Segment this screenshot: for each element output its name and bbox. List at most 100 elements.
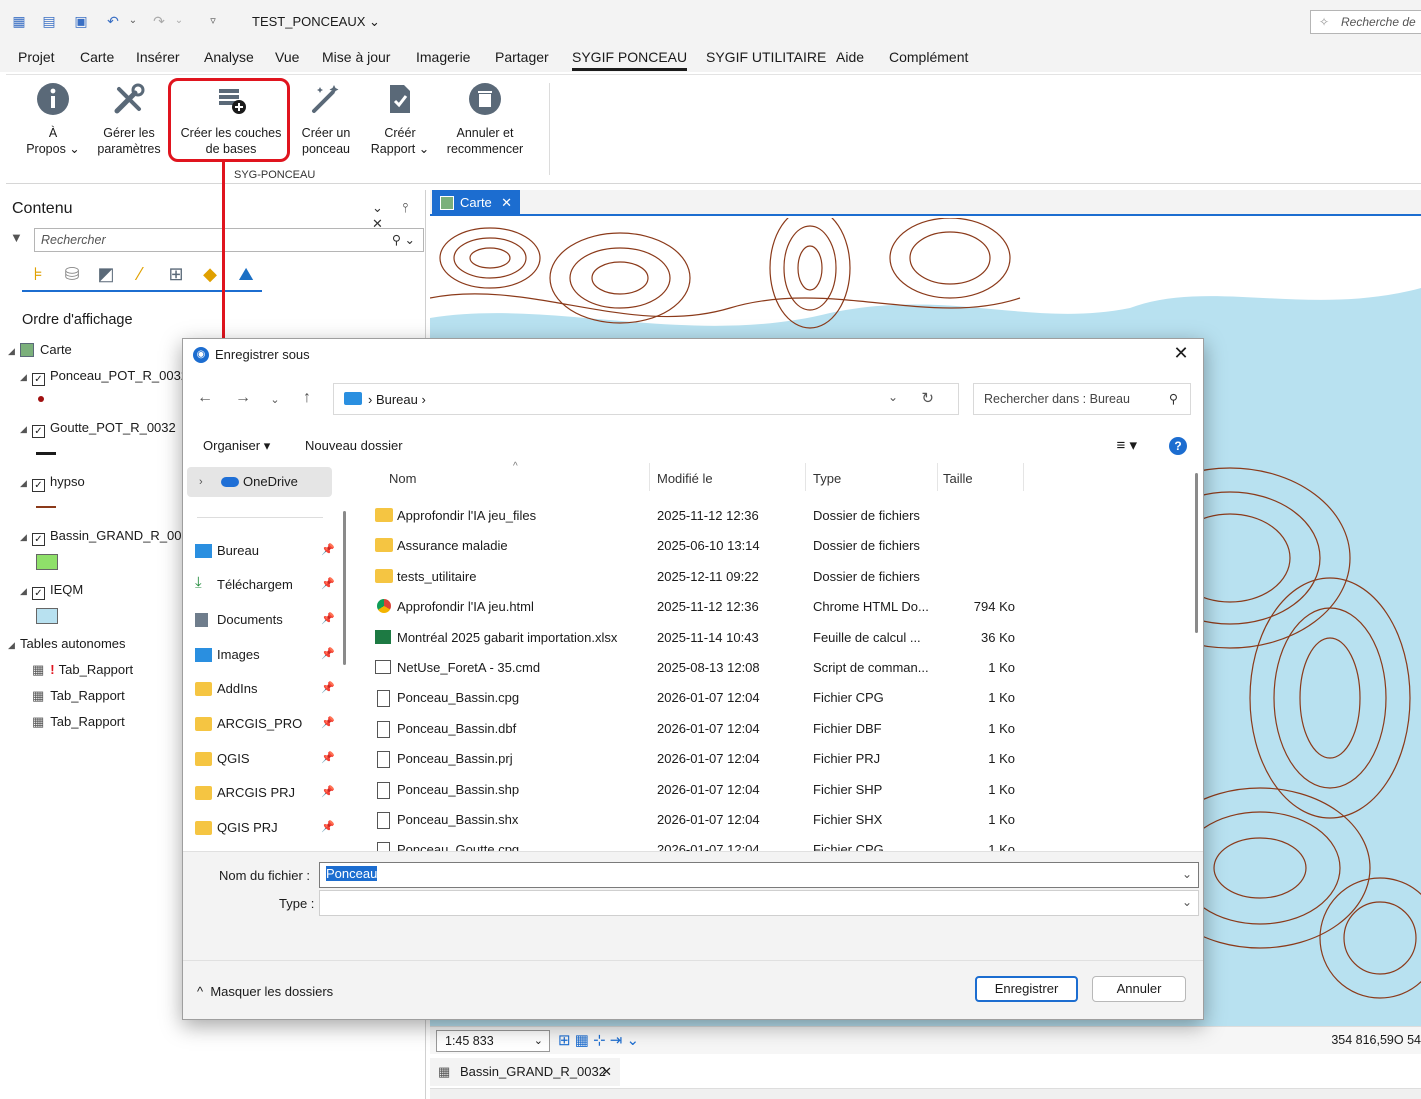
pin-icon[interactable]: 📌 <box>321 681 335 694</box>
column-name[interactable]: Nom <box>389 471 416 486</box>
nav-item-qgis[interactable]: QGIS 📌 <box>195 751 347 766</box>
layer-checkbox[interactable]: ✓ <box>32 425 45 438</box>
breadcrumb[interactable]: › Bureau › <box>368 392 426 407</box>
snapping-icon[interactable]: ⊞ <box>164 262 188 286</box>
chevron-down-icon[interactable]: ⌄ <box>1182 867 1192 881</box>
grid-icon[interactable]: ⊞ ▦ ⊹ ⇥ ⌄ <box>558 1031 639 1049</box>
file-row[interactable]: Ponceau_Bassin.dbf 2026-01-07 12:04 Fichie… <box>353 714 1183 744</box>
menu-sygif-ponceau[interactable]: SYGIF PONCEAU <box>572 49 688 71</box>
nav-item-qgis-prj[interactable]: QGIS PRJ 📌 <box>195 820 347 835</box>
pin-icon[interactable]: 📌 <box>321 612 335 625</box>
chevron-down-icon[interactable]: ⌄ <box>1182 895 1192 909</box>
save-button[interactable]: Enregistrer <box>975 976 1078 1002</box>
tree-layer-hypso[interactable]: ◢ ✓ hypso <box>20 474 85 492</box>
pin-icon[interactable]: 📌 <box>321 577 335 590</box>
column-modified[interactable]: Modifié le <box>657 471 713 486</box>
folder-search-input[interactable]: Rechercher dans : Bureau ⚲ <box>973 383 1191 415</box>
menu-analyse[interactable]: Analyse <box>204 49 254 65</box>
tree-table-1[interactable]: ▦! Tab_Rapport <box>32 662 133 678</box>
layer-checkbox[interactable]: ✓ <box>32 533 45 546</box>
undo-dropdown-icon[interactable]: ⌄ <box>124 12 142 30</box>
pin-icon[interactable]: 📌 <box>321 543 335 556</box>
file-row[interactable]: Ponceau_Bassin.shx 2026-01-07 12:04 Fichie… <box>353 805 1183 835</box>
new-project-icon[interactable]: ▦ <box>10 12 28 30</box>
redo-dropdown-icon[interactable]: ⌄ <box>170 12 188 30</box>
cancel-button[interactable]: Annuler <box>1092 976 1186 1002</box>
close-button[interactable]: ✕ <box>1169 343 1193 364</box>
tree-map-node[interactable]: ◢ Carte <box>8 342 72 357</box>
menu-aide[interactable]: Aide <box>836 49 864 65</box>
layer-checkbox[interactable]: ✓ <box>32 479 45 492</box>
nav-item-documents[interactable]: Documents 📌 <box>195 612 347 627</box>
file-list-scrollbar[interactable] <box>1195 473 1198 633</box>
column-type[interactable]: Type <box>813 471 841 486</box>
nav-scrollbar[interactable] <box>343 511 346 665</box>
tree-layer-ieqm[interactable]: ◢ ✓ IEQM <box>20 582 83 600</box>
chevron-down-icon[interactable]: ⌄ <box>888 390 898 404</box>
file-row[interactable]: Ponceau_Bassin.prj 2026-01-07 12:04 Fichie… <box>353 744 1183 774</box>
address-bar[interactable]: › Bureau › ⌄ ↻ <box>333 383 959 415</box>
create-culvert-button[interactable]: Créer un ponceau <box>296 81 356 157</box>
file-row[interactable]: Ponceau_Goutte.cpg 2026-01-07 12:04 Fichie… <box>353 835 1183 851</box>
nav-item-telechargements[interactable]: ⤓ Téléchargem 📌 <box>195 574 347 592</box>
layer-checkbox[interactable]: ✓ <box>32 587 45 600</box>
pin-icon[interactable]: 📌 <box>321 716 335 729</box>
manage-settings-button[interactable]: Gérer les paramètres <box>96 81 162 157</box>
tree-table-2[interactable]: ▦ Tab_Rapport <box>32 688 125 704</box>
editing-icon[interactable]: ⁄ <box>128 262 152 286</box>
new-folder-button[interactable]: Nouveau dossier <box>305 438 403 453</box>
file-row[interactable]: Approfondir l'IA jeu.html 2025-11-12 12:3… <box>353 592 1183 622</box>
file-row[interactable]: tests_utilitaire 2025-12-11 09:22 Dossier … <box>353 562 1183 592</box>
file-row[interactable]: Ponceau_Bassin.shp 2026-01-07 12:04 Fichie… <box>353 775 1183 805</box>
file-row[interactable]: Assurance maladie 2025-06-10 13:14 Dossier… <box>353 531 1183 561</box>
undo-icon[interactable]: ↶ <box>104 12 122 30</box>
help-icon[interactable]: ? <box>1169 437 1187 455</box>
hide-folders-toggle[interactable]: ^ Masquer les dossiers <box>197 984 333 999</box>
data-source-icon[interactable]: ⛁ <box>60 262 84 286</box>
nav-item-images[interactable]: Images 📌 <box>195 647 347 662</box>
nav-item-bureau[interactable]: Bureau 📌 <box>195 543 347 558</box>
recent-locations-icon[interactable]: ⌄ <box>263 393 287 406</box>
contents-search-input[interactable]: Rechercher ⚲ ⌄ <box>34 228 424 252</box>
menu-partager[interactable]: Partager <box>495 49 549 65</box>
tree-layer-goutte[interactable]: ◢ ✓ Goutte_POT_R_0032 <box>20 420 176 438</box>
column-size[interactable]: Taille <box>943 471 973 486</box>
redo-icon[interactable]: ↷ <box>150 12 168 30</box>
menu-inserer[interactable]: Insérer <box>136 49 180 65</box>
menu-sygif-utilitaire[interactable]: SYGIF UTILITAIRE <box>706 49 826 65</box>
perspective-icon[interactable]: ⛰ <box>234 262 258 286</box>
close-icon[interactable]: ✕ <box>601 1058 612 1086</box>
project-title[interactable]: TEST_PONCEAUX ⌄ <box>252 14 380 30</box>
refresh-icon[interactable]: ↻ <box>921 389 934 407</box>
file-type-select[interactable]: ⌄ <box>319 890 1199 916</box>
drawing-order-icon[interactable]: ⊧ <box>26 262 50 286</box>
menu-carte[interactable]: Carte <box>80 49 114 65</box>
customize-toolbar-icon[interactable]: ▿ <box>204 12 222 30</box>
file-row[interactable]: Montréal 2025 gabarit importation.xlsx 20… <box>353 623 1183 653</box>
filename-input[interactable]: Ponceau ⌄ <box>319 862 1199 888</box>
labeling-icon[interactable]: ◆ <box>198 262 222 286</box>
pin-icon[interactable]: 📌 <box>321 647 335 660</box>
pin-icon[interactable]: 📌 <box>321 785 335 798</box>
filter-icon[interactable]: ▼ <box>10 230 23 245</box>
nav-item-arcgis-pro[interactable]: ARCGIS_PRO 📌 <box>195 716 347 731</box>
menu-complement[interactable]: Complément <box>889 49 968 65</box>
tree-layer-ponceau[interactable]: ◢ ✓ Ponceau_POT_R_0032 <box>20 368 188 386</box>
create-report-button[interactable]: Créér Rapport ⌄ <box>368 81 432 157</box>
attribute-table-tab[interactable]: ▦ Bassin_GRAND_R_0032 ✕ <box>430 1058 620 1086</box>
up-arrow-icon[interactable]: ↑ <box>295 389 319 407</box>
menu-vue[interactable]: Vue <box>275 49 299 65</box>
selection-icon[interactable]: ◩ <box>94 262 118 286</box>
pin-icon[interactable]: 📌 <box>321 751 335 764</box>
menu-imagerie[interactable]: Imagerie <box>416 49 470 65</box>
open-project-icon[interactable]: ▤ <box>40 12 58 30</box>
about-button[interactable]: À Propos ⌄ <box>24 81 82 157</box>
back-arrow-icon[interactable]: ← <box>193 389 217 407</box>
menu-projet[interactable]: Projet <box>18 49 55 65</box>
save-project-icon[interactable]: ▣ <box>72 12 90 30</box>
nav-item-onedrive[interactable]: › OneDrive <box>187 467 332 497</box>
organize-button[interactable]: Organiser ▾ <box>203 438 270 454</box>
file-row[interactable]: Approfondir l'IA jeu_files 2025-11-12 12:… <box>353 501 1183 531</box>
nav-item-arcgis-prj[interactable]: ARCGIS PRJ 📌 <box>195 785 347 800</box>
close-icon[interactable]: ✕ <box>501 190 512 216</box>
